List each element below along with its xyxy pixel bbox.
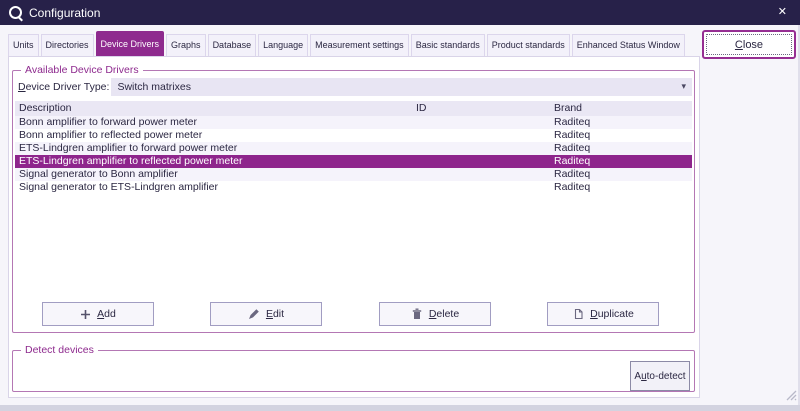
- table-row-selected[interactable]: ETS-Lindgren amplifier to reflected powe…: [15, 155, 692, 168]
- tab-units[interactable]: Units: [8, 34, 39, 56]
- cell-description: Bonn amplifier to forward power meter: [15, 116, 412, 129]
- tab-enhanced-status-window[interactable]: Enhanced Status Window: [572, 34, 685, 56]
- auto-detect-button[interactable]: Auto-detect: [630, 361, 690, 391]
- tab-database[interactable]: Database: [208, 34, 257, 56]
- tab-page-device-drivers: Available Device Drivers Device Driver T…: [8, 56, 700, 398]
- device-drivers-table: Description ID Brand Bonn amplifier to f…: [15, 101, 692, 194]
- detect-devices-group: Detect devices Auto-detect: [12, 344, 695, 392]
- cell-id: [412, 142, 550, 155]
- table-row[interactable]: Signal generator to ETS-Lindgren amplifi…: [15, 181, 692, 194]
- cell-id: [412, 168, 550, 181]
- cell-description: Signal generator to ETS-Lindgren amplifi…: [15, 181, 412, 194]
- table-row[interactable]: Bonn amplifier to forward power meter Ra…: [15, 116, 692, 129]
- close-button-label: Close: [706, 34, 792, 55]
- cell-description: Bonn amplifier to reflected power meter: [15, 129, 412, 142]
- tab-strip: Units Directories Device Drivers Graphs …: [8, 31, 687, 56]
- available-device-drivers-legend: Available Device Drivers: [21, 64, 143, 76]
- tab-product-standards[interactable]: Product standards: [487, 34, 570, 56]
- cell-description: ETS-Lindgren amplifier to forward power …: [15, 142, 412, 155]
- cell-brand: Raditeq: [550, 142, 692, 155]
- window-edge-bottom: [0, 405, 800, 411]
- device-driver-type-value: Switch matrixes: [117, 81, 191, 93]
- duplicate-button[interactable]: Duplicate: [547, 302, 659, 326]
- copy-icon: [572, 308, 584, 320]
- tab-basic-standards[interactable]: Basic standards: [411, 34, 485, 56]
- tab-measurement-settings[interactable]: Measurement settings: [310, 34, 409, 56]
- table-header-row: Description ID Brand: [15, 101, 692, 116]
- add-button[interactable]: Add: [42, 302, 154, 326]
- cell-brand: Raditeq: [550, 155, 692, 168]
- tab-language[interactable]: Language: [258, 34, 308, 56]
- table-row[interactable]: Bonn amplifier to reflected power meter …: [15, 129, 692, 142]
- cell-brand: Raditeq: [550, 168, 692, 181]
- cell-description: Signal generator to Bonn amplifier: [15, 168, 412, 181]
- close-icon[interactable]: ✕: [778, 5, 787, 18]
- duplicate-button-label: Duplicate: [590, 308, 634, 320]
- device-driver-type-row: Device Driver Type: Switch matrixes ▾: [15, 78, 692, 96]
- cell-description: ETS-Lindgren amplifier to reflected powe…: [15, 155, 412, 168]
- close-button[interactable]: Close: [702, 30, 796, 59]
- tab-graphs[interactable]: Graphs: [166, 34, 206, 56]
- table-row[interactable]: Signal generator to Bonn amplifier Radit…: [15, 168, 692, 181]
- column-header-id[interactable]: ID: [412, 101, 550, 116]
- device-driver-type-select[interactable]: Switch matrixes ▾: [111, 78, 692, 96]
- column-header-description[interactable]: Description: [15, 101, 412, 116]
- cell-id: [412, 129, 550, 142]
- resize-grip-icon[interactable]: [786, 390, 797, 404]
- trash-icon: [411, 308, 423, 320]
- table-row[interactable]: ETS-Lindgren amplifier to forward power …: [15, 142, 692, 155]
- available-device-drivers-group: Available Device Drivers Device Driver T…: [12, 64, 695, 333]
- device-driver-type-label: Device Driver Type:: [15, 81, 109, 93]
- column-header-brand[interactable]: Brand: [550, 101, 692, 116]
- edit-button-label: Edit: [266, 308, 284, 320]
- delete-button[interactable]: Delete: [379, 302, 491, 326]
- pencil-icon: [248, 308, 260, 320]
- add-button-label: Add: [97, 308, 116, 320]
- edit-button[interactable]: Edit: [210, 302, 322, 326]
- detect-devices-legend: Detect devices: [21, 344, 98, 356]
- cell-brand: Raditeq: [550, 181, 692, 194]
- tab-directories[interactable]: Directories: [41, 34, 94, 56]
- app-logo-icon: [9, 6, 22, 19]
- cell-brand: Raditeq: [550, 129, 692, 142]
- configuration-dialog: Configuration ✕ Units Directories Device…: [0, 0, 800, 411]
- titlebar: Configuration ✕: [0, 0, 800, 25]
- window-title: Configuration: [29, 6, 100, 20]
- delete-button-label: Delete: [429, 308, 459, 320]
- cell-id: [412, 155, 550, 168]
- plus-icon: [80, 309, 91, 320]
- cell-id: [412, 116, 550, 129]
- tab-device-drivers[interactable]: Device Drivers: [96, 31, 165, 56]
- chevron-down-icon: ▾: [681, 82, 686, 92]
- cell-id: [412, 181, 550, 194]
- cell-brand: Raditeq: [550, 116, 692, 129]
- table-body: Bonn amplifier to forward power meter Ra…: [15, 116, 692, 194]
